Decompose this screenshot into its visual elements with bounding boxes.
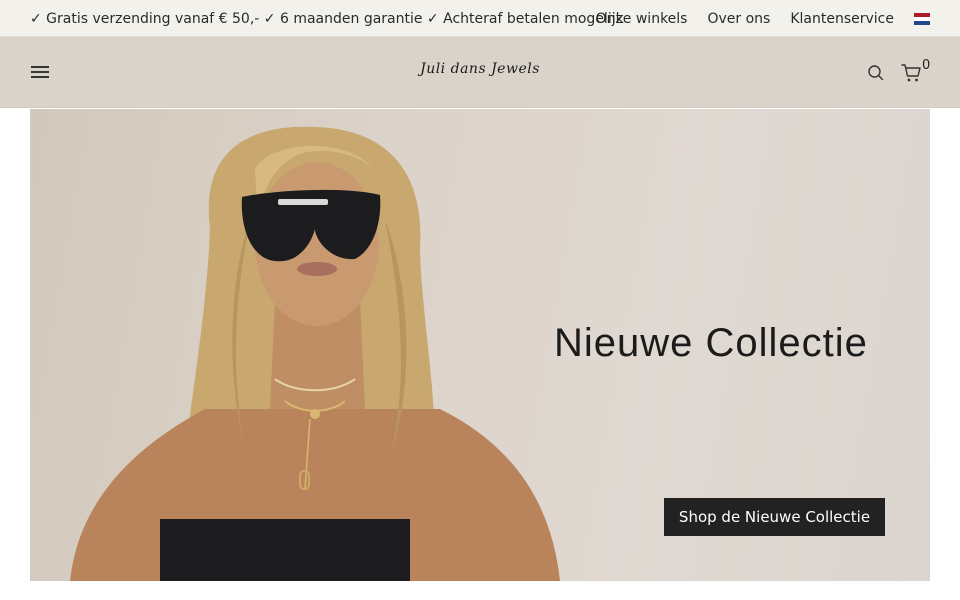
search-icon[interactable] [867, 64, 885, 82]
link-onze-winkels[interactable]: Onze winkels [596, 11, 688, 27]
site-logo[interactable]: Juli dans Jewels [380, 61, 580, 85]
link-klantenservice[interactable]: Klantenservice [790, 11, 894, 27]
menu-icon[interactable] [31, 64, 49, 80]
language-flag-icon[interactable] [914, 12, 930, 25]
usp-text: ✓ Gratis verzending vanaf € 50,- ✓ 6 maa… [30, 10, 624, 27]
hero-title: Nieuwe Collectie [554, 321, 868, 365]
site-header: Juli dans Jewels 0 [0, 37, 960, 108]
cart-icon[interactable] [901, 63, 923, 83]
top-navigation: Onze winkels Over ons Klantenservice [576, 0, 930, 37]
hero-banner[interactable]: Nieuwe Collectie Shop de Nieuwe Collecti… [30, 109, 930, 581]
link-over-ons[interactable]: Over ons [707, 11, 770, 27]
announcement-bar: ✓ Gratis verzending vanaf € 50,- ✓ 6 maa… [0, 0, 960, 37]
shop-new-collection-button[interactable]: Shop de Nieuwe Collectie [664, 498, 885, 536]
cart-count-badge: 0 [922, 58, 931, 73]
